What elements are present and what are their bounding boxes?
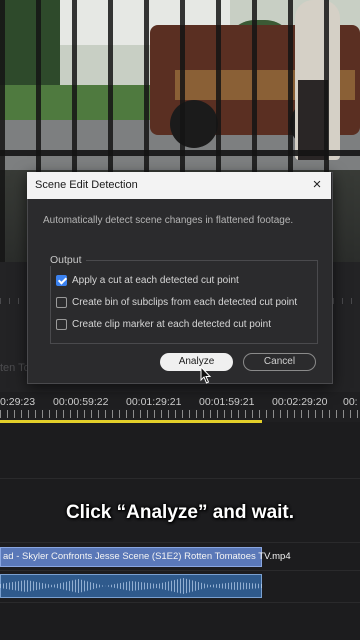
timeline-panel (0, 423, 360, 640)
checkmark-icon[interactable] (56, 274, 67, 286)
option-label: Apply a cut at each detected cut point (72, 274, 239, 286)
cancel-button[interactable]: Cancel (243, 353, 316, 371)
track-divider (0, 602, 360, 603)
analyze-button[interactable]: Analyze (160, 353, 233, 371)
option-label: Create bin of subclips from each detecte… (72, 296, 298, 308)
timecode-label: 00: (343, 396, 358, 408)
ruler-ticks (0, 410, 360, 418)
checkbox[interactable] (56, 296, 67, 308)
dialog-description: Automatically detect scene changes in fl… (43, 215, 294, 226)
mouse-cursor-icon (200, 366, 212, 384)
output-group-label: Output (50, 254, 86, 266)
background-gate-rail (0, 150, 360, 156)
timecode-label: 00:01:59:21 (199, 396, 255, 408)
timecode-label: 0:29:23 (0, 396, 36, 408)
video-clip-name: ad - Skyler Confronts Jesse Scene (S1E2)… (3, 551, 291, 562)
option-label: Create clip marker at each detected cut … (72, 318, 271, 330)
track-divider (0, 478, 360, 479)
dialog-title: Scene Edit Detection (35, 179, 138, 191)
track-divider (0, 570, 360, 571)
option-create-bin[interactable]: Create bin of subclips from each detecte… (56, 295, 297, 309)
video-clip[interactable]: ad - Skyler Confronts Jesse Scene (S1E2)… (0, 547, 291, 567)
option-create-marker[interactable]: Create clip marker at each detected cut … (56, 317, 271, 331)
option-apply-cut[interactable]: Apply a cut at each detected cut point (56, 273, 239, 287)
timecode-label: 00:02:29:20 (272, 396, 328, 408)
timecode-label: 00:00:59:22 (53, 396, 109, 408)
checkbox[interactable] (56, 318, 67, 330)
close-icon[interactable]: × (308, 176, 326, 194)
timecode-label: 00:01:29:21 (126, 396, 182, 408)
track-divider (0, 542, 360, 543)
tutorial-caption: Click “Analyze” and wait. (65, 502, 295, 523)
faint-panel-label: ten To (0, 362, 30, 374)
